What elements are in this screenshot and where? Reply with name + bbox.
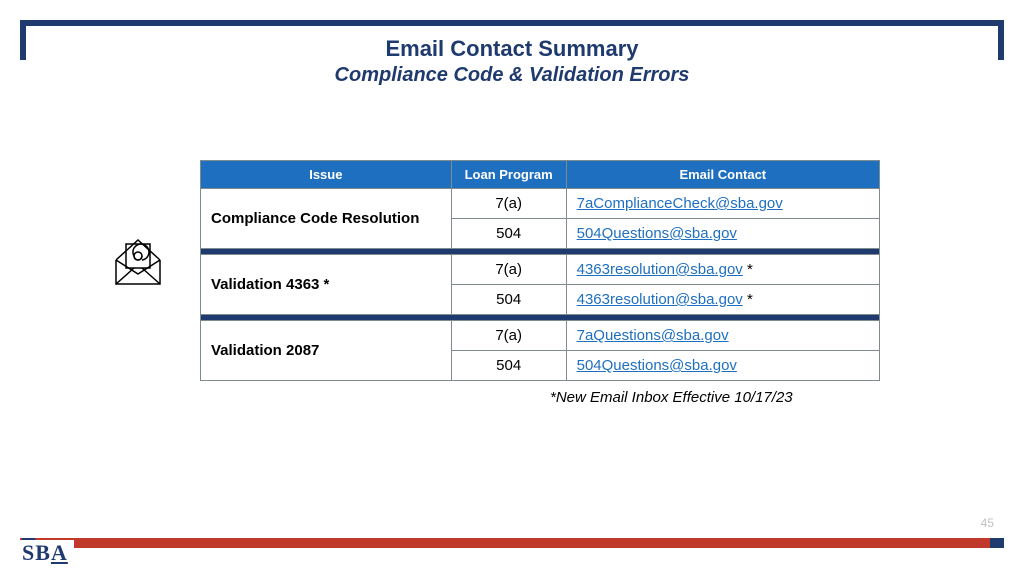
footnote: *New Email Inbox Effective 10/17/23 — [550, 389, 880, 406]
cell-issue: Validation 2087 — [201, 321, 452, 381]
cell-program: 504 — [451, 285, 566, 315]
cell-program: 504 — [451, 219, 566, 249]
contact-table-wrap: Issue Loan Program Email Contact Complia… — [200, 160, 880, 406]
cell-email: 4363resolution@sba.gov * — [566, 285, 879, 315]
star: * — [743, 261, 753, 278]
email-link[interactable]: 504Questions@sba.gov — [577, 357, 737, 374]
cell-email: 7aComplianceCheck@sba.gov — [566, 189, 879, 219]
table-row: Compliance Code Resolution 7(a) 7aCompli… — [201, 189, 880, 219]
sba-logo: SBA — [16, 540, 74, 566]
email-link[interactable]: 504Questions@sba.gov — [577, 225, 737, 242]
cell-program: 7(a) — [451, 189, 566, 219]
th-program: Loan Program — [451, 161, 566, 189]
cell-program: 504 — [451, 351, 566, 381]
th-issue: Issue — [201, 161, 452, 189]
contact-table: Issue Loan Program Email Contact Complia… — [200, 160, 880, 381]
cell-email: 7aQuestions@sba.gov — [566, 321, 879, 351]
cell-program: 7(a) — [451, 255, 566, 285]
cell-email: 504Questions@sba.gov — [566, 351, 879, 381]
cell-program: 7(a) — [451, 321, 566, 351]
cell-email: 504Questions@sba.gov — [566, 219, 879, 249]
envelope-at-icon — [108, 230, 168, 295]
bottom-bar — [20, 538, 1004, 548]
th-email: Email Contact — [566, 161, 879, 189]
page-subtitle: Compliance Code & Validation Errors — [0, 64, 1024, 87]
email-link[interactable]: 4363resolution@sba.gov — [577, 291, 743, 308]
email-link[interactable]: 4363resolution@sba.gov — [577, 261, 743, 278]
page-title: Email Contact Summary — [0, 36, 1024, 62]
frame-top — [20, 20, 1004, 26]
table-row: Validation 2087 7(a) 7aQuestions@sba.gov — [201, 321, 880, 351]
page-number: 45 — [981, 516, 994, 530]
title-block: Email Contact Summary Compliance Code & … — [0, 36, 1024, 87]
cell-issue: Validation 4363 * — [201, 255, 452, 315]
cell-email: 4363resolution@sba.gov * — [566, 255, 879, 285]
email-link[interactable]: 7aQuestions@sba.gov — [577, 327, 729, 344]
star: * — [743, 291, 753, 308]
slide: Email Contact Summary Compliance Code & … — [0, 0, 1024, 576]
cell-issue: Compliance Code Resolution — [201, 189, 452, 249]
email-link[interactable]: 7aComplianceCheck@sba.gov — [577, 195, 783, 212]
table-row: Validation 4363 * 7(a) 4363resolution@sb… — [201, 255, 880, 285]
